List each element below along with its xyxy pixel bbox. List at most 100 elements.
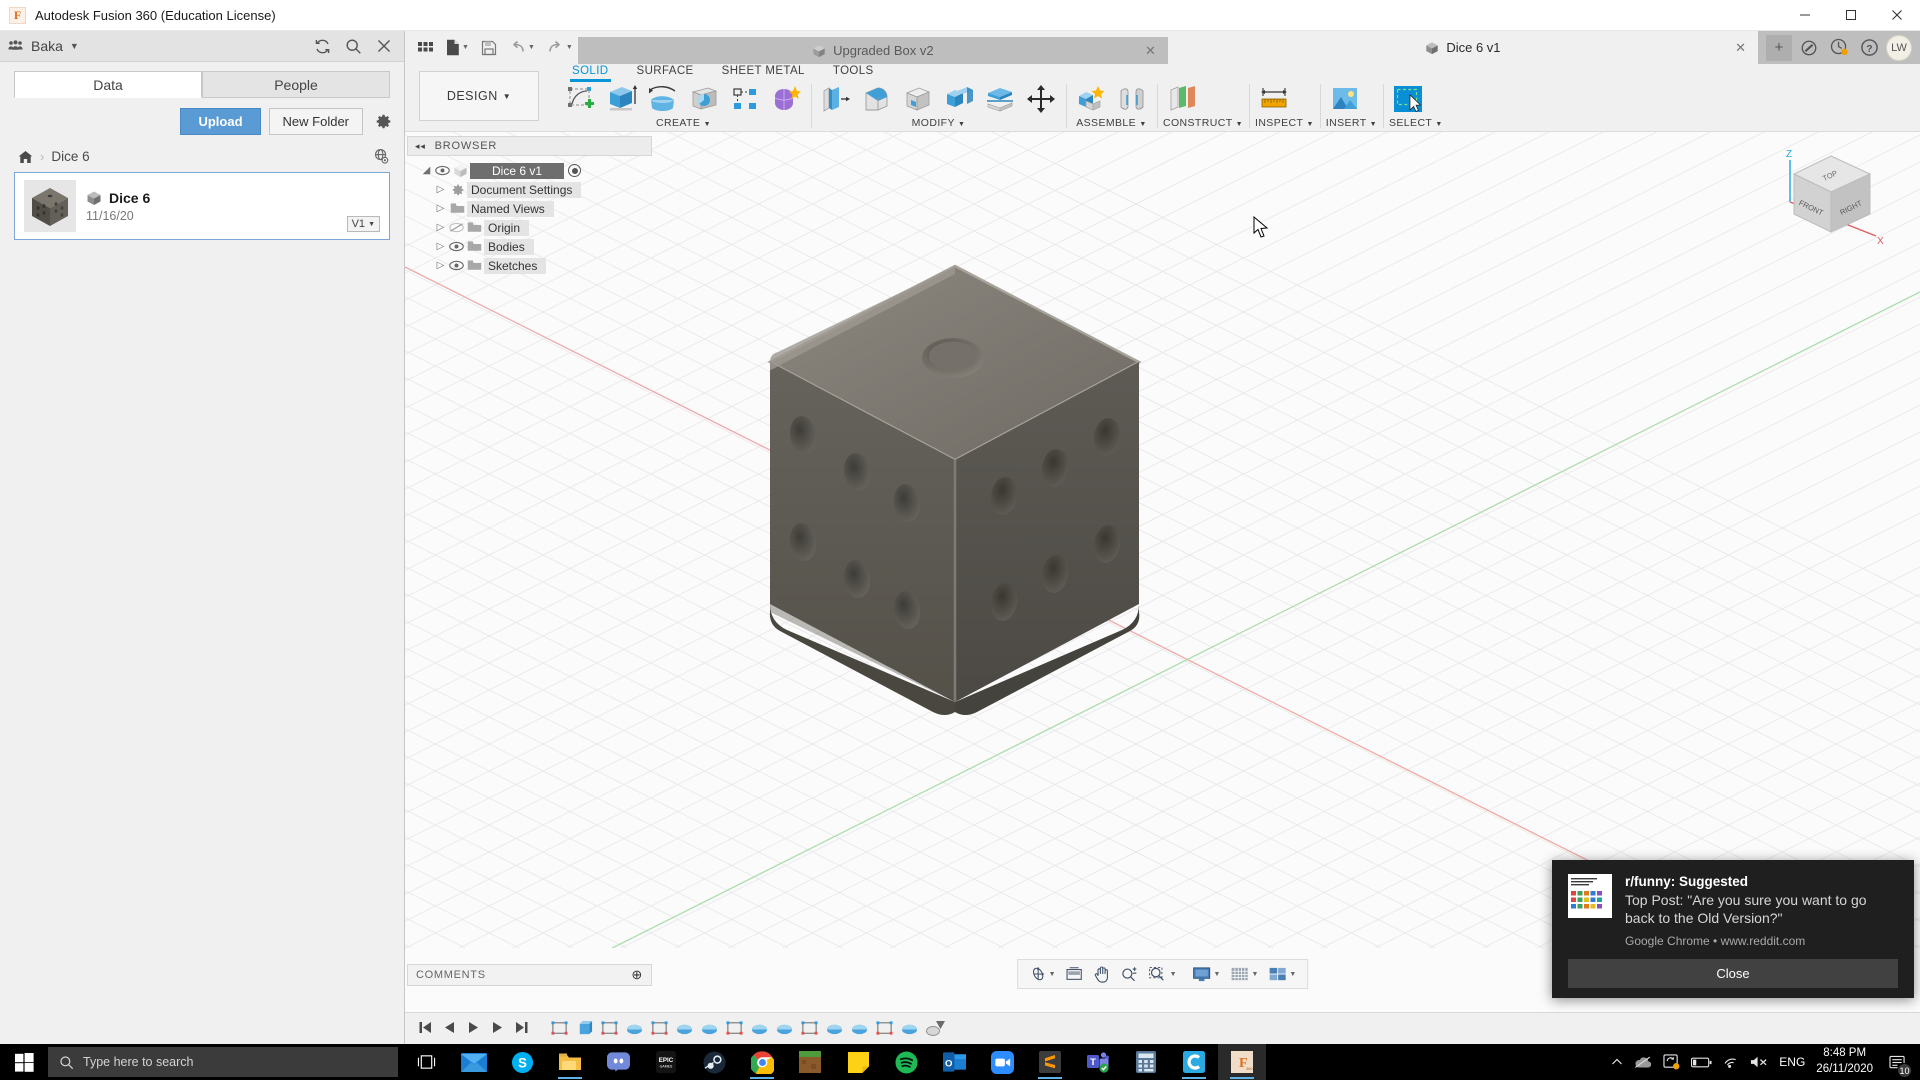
timeline-step-forward-button[interactable] <box>488 1019 507 1039</box>
dice-3d-model[interactable] <box>755 242 1185 812</box>
toast-close-button[interactable]: Close <box>1568 959 1898 988</box>
action-center-icon[interactable]: 10 <box>1884 1049 1912 1078</box>
save-icon[interactable] <box>476 37 502 59</box>
ribbon-group-create-label[interactable]: CREATE ▼ <box>562 117 805 132</box>
search-input[interactable]: Type here to search <box>48 1047 398 1077</box>
eye-icon[interactable] <box>434 165 451 176</box>
skype-app[interactable]: S <box>498 1044 546 1080</box>
volume-mute-icon[interactable] <box>1750 1055 1768 1069</box>
extension-icon[interactable] <box>1796 35 1822 61</box>
ribbon-group-assemble-label[interactable]: ASSEMBLE ▼ <box>1072 117 1151 132</box>
file-explorer-app[interactable] <box>546 1044 594 1080</box>
timeline-feature-revolve-4[interactable] <box>748 1018 771 1040</box>
project-globe-icon[interactable] <box>373 148 390 165</box>
new-folder-button[interactable]: New Folder <box>268 108 363 135</box>
chevron-down-icon[interactable]: ▼ <box>1049 971 1056 978</box>
joint-icon[interactable] <box>1113 81 1151 117</box>
split-body-icon[interactable] <box>981 81 1019 117</box>
tree-node-document-settings[interactable]: ▷ Document Settings <box>407 180 652 199</box>
wifi-icon[interactable] <box>1723 1056 1739 1069</box>
tree-node-sketches[interactable]: ▷ Sketches <box>407 256 652 275</box>
workspace-selector[interactable]: DESIGN ▼ <box>419 71 539 121</box>
tab-surface[interactable]: SURFACE <box>623 64 708 78</box>
close-window-button[interactable] <box>1874 0 1920 31</box>
timeline-go-to-start-button[interactable] <box>415 1019 435 1039</box>
timeline-feature-revolve-1[interactable] <box>623 1018 646 1040</box>
home-icon[interactable] <box>18 150 33 164</box>
new-tab-button[interactable]: + <box>1766 34 1792 61</box>
expander-icon[interactable]: ▷ <box>433 260 448 271</box>
timeline-feature-revolve-8[interactable] <box>898 1018 921 1040</box>
expander-icon[interactable]: ▷ <box>433 184 448 195</box>
offset-plane-icon[interactable] <box>1163 81 1201 117</box>
eye-off-icon[interactable] <box>448 222 465 233</box>
tree-node-bodies[interactable]: ▷ Bodies <box>407 237 652 256</box>
redo-icon[interactable]: ▼ <box>542 37 578 58</box>
timeline-feature-revolve-2[interactable] <box>673 1018 696 1040</box>
task-view-icon[interactable] <box>402 1044 450 1080</box>
new-file-icon[interactable]: ▼ <box>441 36 474 59</box>
close-data-panel-icon[interactable] <box>376 38 392 54</box>
hub-name[interactable]: Baka <box>31 38 63 54</box>
timeline-feature-revolve-5[interactable] <box>773 1018 796 1040</box>
grid-apps-icon[interactable] <box>412 36 439 59</box>
form-icon[interactable] <box>767 81 805 117</box>
user-avatar[interactable]: LW <box>1886 34 1912 61</box>
tree-node-root[interactable]: ◢ Dice 6 v1 <box>407 161 652 180</box>
close-icon[interactable]: ✕ <box>1145 43 1156 59</box>
measure-icon[interactable] <box>1255 81 1293 117</box>
timeline-feature-revolve-7[interactable] <box>848 1018 871 1040</box>
ribbon-group-select-label[interactable]: SELECT ▼ <box>1389 117 1443 132</box>
tree-node-named-views[interactable]: ▷ Named Views <box>407 199 652 218</box>
zoom-app[interactable] <box>978 1044 1026 1080</box>
extrude-icon[interactable] <box>603 81 641 117</box>
timeline-feature-sketch-3[interactable] <box>648 1018 671 1040</box>
microsoft-teams-app[interactable]: T <box>1074 1044 1122 1080</box>
tab-people[interactable]: People <box>202 71 390 98</box>
combine-icon[interactable] <box>940 81 978 117</box>
eye-icon[interactable] <box>448 241 465 252</box>
insert-image-icon[interactable] <box>1326 81 1364 117</box>
maximize-button[interactable] <box>1828 0 1874 31</box>
battery-icon[interactable] <box>1691 1057 1712 1068</box>
windows-notification-toast[interactable]: r/funny: Suggested Top Post: "Are you su… <box>1552 860 1914 998</box>
chevron-down-icon[interactable]: ▼ <box>70 41 79 51</box>
ribbon-group-construct-label[interactable]: CONSTRUCT ▼ <box>1163 117 1243 132</box>
viewports-icon[interactable]: ▼ <box>1264 964 1300 985</box>
timeline-feature-sketch[interactable] <box>548 1018 571 1040</box>
c-app[interactable] <box>1170 1044 1218 1080</box>
outlook-app[interactable]: O <box>930 1044 978 1080</box>
chevron-down-icon[interactable]: ▼ <box>1251 971 1258 978</box>
tree-node-origin[interactable]: ▷ Origin <box>407 218 652 237</box>
zoom-icon[interactable] <box>1117 964 1143 985</box>
display-settings-icon[interactable]: ▼ <box>1189 964 1225 985</box>
tray-clock[interactable]: 8:48 PM 26/11/2020 <box>1816 1046 1873 1077</box>
timeline-feature-revolve-6[interactable] <box>823 1018 846 1040</box>
view-cube[interactable]: Z X TOP FRONT RIGHT <box>1776 140 1886 250</box>
timeline-feature-revolve-3[interactable] <box>698 1018 721 1040</box>
discord-app[interactable] <box>594 1044 642 1080</box>
ribbon-group-modify-label[interactable]: MODIFY ▼ <box>817 117 1060 132</box>
viewport-canvas[interactable]: ◂◂ BROWSER ◢ Dice 6 v1 ▷ Document Settin… <box>405 132 1920 1012</box>
activate-component-radio[interactable] <box>568 164 582 177</box>
timeline-feature-sketch-2[interactable] <box>598 1018 621 1040</box>
timeline-feature-sketch-5[interactable] <box>798 1018 821 1040</box>
epic-games-app[interactable]: EPIC GAMES <box>642 1044 690 1080</box>
expander-icon[interactable]: ▷ <box>433 203 448 214</box>
add-comment-icon[interactable]: ⊕ <box>631 967 643 983</box>
document-tab-dice-6[interactable]: Dice 6 v1 ✕ <box>1167 31 1758 64</box>
upload-button[interactable]: Upload <box>180 108 261 135</box>
spotify-app[interactable] <box>882 1044 930 1080</box>
steam-app[interactable] <box>690 1044 738 1080</box>
tab-data[interactable]: Data <box>14 71 202 98</box>
tab-sheet-metal[interactable]: SHEET METAL <box>708 64 819 78</box>
timeline-play-button[interactable] <box>464 1019 483 1039</box>
sweep-icon[interactable] <box>685 81 723 117</box>
search-icon[interactable] <box>345 38 362 55</box>
select-window-icon[interactable] <box>1389 81 1427 117</box>
timeline-go-to-end-button[interactable] <box>512 1019 532 1039</box>
tray-language[interactable]: ENG <box>1779 1055 1805 1069</box>
list-item[interactable]: Dice 6 11/16/20 V1 ▼ <box>14 172 390 240</box>
windows-logo-icon[interactable] <box>0 1044 48 1080</box>
sublime-text-app[interactable] <box>1026 1044 1074 1080</box>
